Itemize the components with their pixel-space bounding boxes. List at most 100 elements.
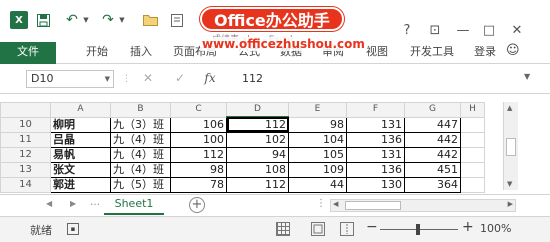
cell-h[interactable] (460, 161, 485, 178)
cancel-icon[interactable]: ✕ (140, 71, 156, 85)
cell-g[interactable]: 442 (404, 131, 461, 148)
user-icon[interactable]: ☺ (506, 42, 520, 64)
row-header[interactable]: 10 (0, 116, 51, 133)
cell-c[interactable]: 78 (170, 176, 227, 193)
cell-class[interactable]: 九（4）班 (110, 146, 171, 163)
column-header-f[interactable]: F (346, 102, 405, 118)
cell-h[interactable] (460, 131, 485, 148)
redo-dropdown-icon[interactable]: ▼ (118, 11, 126, 29)
cell-class[interactable]: 九（5）班 (110, 176, 171, 193)
scroll-down-icon[interactable]: ▼ (507, 180, 512, 188)
cell-name[interactable]: 易帆 (50, 146, 111, 163)
next-sheet-icon[interactable]: ▶ (70, 199, 76, 208)
cell-name[interactable]: 张文 (50, 161, 111, 178)
cell-e[interactable]: 109 (288, 161, 347, 178)
horizontal-scroll-thumb[interactable] (345, 201, 401, 210)
vertical-scroll-thumb[interactable] (506, 138, 516, 156)
cell-f[interactable]: 136 (346, 131, 405, 148)
maximize-icon[interactable]: □ (480, 22, 498, 40)
row-header[interactable]: 13 (0, 161, 51, 178)
enter-icon[interactable]: ✓ (172, 71, 188, 85)
zoom-in-icon[interactable]: + (462, 219, 474, 235)
zoom-slider-thumb[interactable] (416, 224, 420, 235)
undo-dropdown-icon[interactable]: ▼ (82, 11, 90, 29)
cell-e[interactable]: 104 (288, 131, 347, 148)
column-header-a[interactable]: A (50, 102, 111, 118)
excel-app-icon[interactable]: X (10, 11, 28, 29)
cell-g[interactable]: 442 (404, 146, 461, 163)
active-cell[interactable]: 112 (226, 116, 289, 133)
cell-d[interactable]: 112 (226, 176, 289, 193)
tab-file[interactable]: 文件 (0, 42, 56, 64)
zoom-out-icon[interactable]: − (366, 219, 378, 235)
vertical-scrollbar[interactable]: ▲ ▼ (503, 102, 518, 190)
scroll-up-icon[interactable]: ▲ (507, 104, 512, 112)
cell-e[interactable]: 44 (288, 176, 347, 193)
select-all-corner[interactable] (0, 102, 51, 118)
row-header[interactable]: 12 (0, 146, 51, 163)
column-header-c[interactable]: C (170, 102, 227, 118)
column-header-d[interactable]: D (226, 102, 289, 118)
formula-bar-splitter-icon[interactable]: ⋮ (122, 74, 131, 84)
cell-c[interactable]: 100 (170, 131, 227, 148)
cell-d[interactable]: 94 (226, 146, 289, 163)
signin-link[interactable]: 登录 (474, 42, 496, 64)
row-header[interactable]: 14 (0, 176, 51, 193)
save-icon[interactable] (36, 11, 50, 29)
cell-class[interactable]: 九（3）班 (110, 116, 171, 133)
cell-f[interactable]: 136 (346, 161, 405, 178)
tab-insert[interactable]: 插入 (130, 42, 152, 64)
cell-name[interactable]: 吕晶 (50, 131, 111, 148)
column-header-g[interactable]: G (404, 102, 461, 118)
cell-g[interactable]: 364 (404, 176, 461, 193)
cell-d[interactable]: 108 (226, 161, 289, 178)
column-header-h[interactable]: H (460, 102, 485, 118)
cell-name[interactable]: 郭进 (50, 176, 111, 193)
name-box[interactable]: D10 ▼ (26, 70, 114, 88)
sheet-more-icon[interactable]: … (90, 197, 100, 208)
cell-c[interactable]: 98 (170, 161, 227, 178)
cell-name[interactable]: 柳明 (50, 116, 111, 133)
cell-g[interactable]: 447 (404, 116, 461, 133)
formula-input[interactable]: 112 (234, 70, 524, 88)
column-header-b[interactable]: B (110, 102, 171, 118)
cell-f[interactable]: 131 (346, 146, 405, 163)
scroll-left-icon[interactable]: ◀ (333, 200, 338, 208)
close-icon[interactable]: ✕ (508, 22, 526, 40)
cell-h[interactable] (460, 146, 485, 163)
cell-e[interactable]: 105 (288, 146, 347, 163)
minimize-icon[interactable]: — (454, 22, 472, 40)
cell-f[interactable]: 130 (346, 176, 405, 193)
scroll-right-icon[interactable]: ▶ (508, 200, 513, 208)
help-icon[interactable]: ? (398, 22, 416, 40)
column-header-e[interactable]: E (288, 102, 347, 118)
cell-g[interactable]: 451 (404, 161, 461, 178)
row-header[interactable]: 11 (0, 131, 51, 148)
cell-h[interactable] (460, 176, 485, 193)
insert-function-icon[interactable]: fx (202, 71, 218, 85)
cell-e[interactable]: 98 (288, 116, 347, 133)
tab-developer[interactable]: 开发工具 (410, 42, 454, 64)
cell-c[interactable]: 106 (170, 116, 227, 133)
cell-class[interactable]: 九（4）班 (110, 161, 171, 178)
macro-record-icon[interactable]: ▪ (67, 223, 79, 235)
zoom-level[interactable]: 100% (480, 222, 511, 235)
normal-view-icon[interactable] (276, 222, 290, 236)
open-folder-icon[interactable] (142, 11, 158, 29)
cell-f[interactable]: 131 (346, 116, 405, 133)
cell-c[interactable]: 112 (170, 146, 227, 163)
sheet-tab[interactable]: Sheet1 (104, 195, 164, 215)
cell-h[interactable] (460, 116, 485, 133)
print-preview-icon[interactable] (170, 11, 184, 29)
expand-formula-bar-icon[interactable]: ▼ (524, 72, 530, 81)
tab-splitter-icon[interactable]: ⋮ (316, 198, 326, 209)
cell-d[interactable]: 102 (226, 131, 289, 148)
redo-icon[interactable]: ↷ (100, 11, 116, 29)
page-layout-view-icon[interactable] (311, 222, 325, 236)
cell-class[interactable]: 九（4）班 (110, 131, 171, 148)
ribbon-display-icon[interactable]: ⊡ (426, 22, 444, 40)
undo-icon[interactable]: ↶ (64, 11, 80, 29)
chevron-down-icon[interactable]: ▼ (105, 71, 110, 87)
tab-view[interactable]: 视图 (366, 42, 388, 64)
horizontal-scrollbar[interactable]: ◀ ▶ (330, 199, 516, 212)
